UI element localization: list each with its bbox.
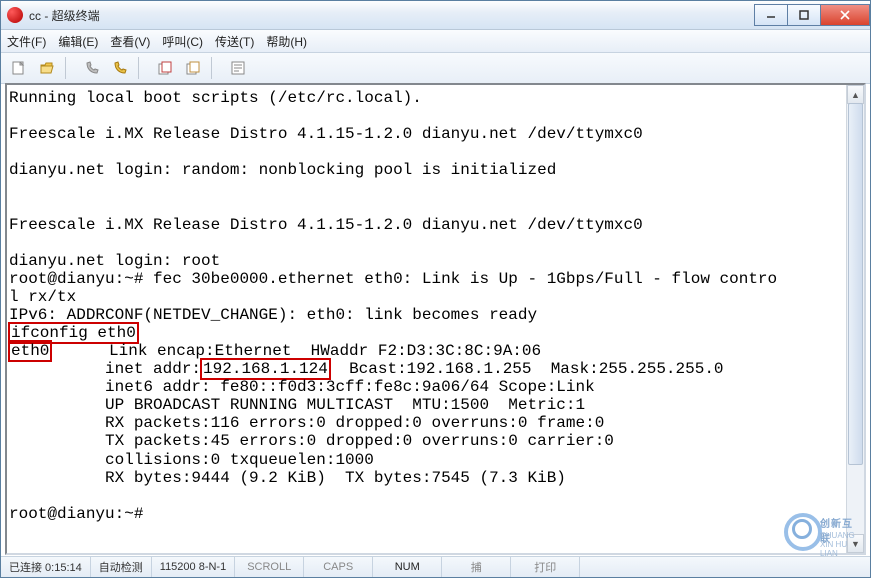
- status-scroll: SCROLL: [235, 557, 304, 577]
- term-line: Freescale i.MX Release Distro 4.1.15-1.2…: [9, 125, 643, 143]
- vertical-scrollbar[interactable]: ▲ ▼: [846, 85, 864, 553]
- term-line: l rx/tx: [9, 288, 76, 306]
- titlebar[interactable]: cc - 超级终端: [1, 1, 870, 30]
- status-caps: CAPS: [304, 557, 373, 577]
- window-controls: [754, 4, 870, 26]
- term-line: inet addr:192.168.1.124 Bcast:192.168.1.…: [9, 360, 724, 378]
- properties-button[interactable]: [226, 56, 250, 80]
- term-line: UP BROADCAST RUNNING MULTICAST MTU:1500 …: [9, 396, 585, 414]
- menu-call[interactable]: 呼叫(C): [162, 33, 203, 50]
- receive-button[interactable]: [181, 56, 205, 80]
- open-button[interactable]: [35, 56, 59, 80]
- scroll-up-icon[interactable]: ▲: [847, 85, 864, 104]
- new-button[interactable]: [7, 56, 31, 80]
- text: Bcast:192.168.1.255 Mask:255.255.255.0: [330, 360, 724, 378]
- toolbar: [1, 53, 870, 84]
- scroll-down-icon[interactable]: ▼: [847, 534, 864, 553]
- status-print: 打印: [511, 557, 580, 577]
- highlight-ip: 192.168.1.124: [200, 358, 331, 380]
- text: F2:D3:3C:8C:9A:06: [368, 342, 541, 360]
- status-connection: 已连接 0:15:14: [1, 557, 91, 577]
- term-line: dianyu.net login: random: nonblocking po…: [9, 161, 556, 179]
- status-num: NUM: [373, 557, 442, 577]
- highlight-iface: eth0: [8, 340, 52, 362]
- menu-trans[interactable]: 传送(T): [215, 33, 254, 50]
- text: inet addr:: [9, 360, 201, 378]
- term-line: root@dianyu:~# fec 30be0000.ethernet eth…: [9, 270, 777, 288]
- status-capture: 捕: [442, 557, 511, 577]
- maximize-button[interactable]: [788, 4, 821, 26]
- scroll-thumb[interactable]: [848, 103, 863, 465]
- toolbar-separator: [211, 57, 220, 79]
- send-button[interactable]: [153, 56, 177, 80]
- status-detect: 自动检测: [91, 557, 152, 577]
- toolbar-separator: [138, 57, 147, 79]
- minimize-button[interactable]: [754, 4, 788, 26]
- term-line: inet6 addr: fe80::f0d3:3cff:fe8c:9a06/64…: [9, 378, 595, 396]
- term-line: RX packets:116 errors:0 dropped:0 overru…: [9, 414, 604, 432]
- app-window: cc - 超级终端 文件(F) 编辑(E) 查看(V) 呼叫(C) 传送(T) …: [0, 0, 871, 578]
- terminal-output[interactable]: Running local boot scripts (/etc/rc.loca…: [7, 85, 864, 527]
- disconnect-button[interactable]: [108, 56, 132, 80]
- menu-edit[interactable]: 编辑(E): [58, 33, 98, 50]
- menu-view[interactable]: 查看(V): [110, 33, 150, 50]
- term-prompt: root@dianyu:~#: [9, 505, 143, 523]
- menubar: 文件(F) 编辑(E) 查看(V) 呼叫(C) 传送(T) 帮助(H): [1, 30, 870, 53]
- term-line: Running local boot scripts (/etc/rc.loca…: [9, 89, 422, 107]
- term-line: dianyu.net login: root: [9, 252, 220, 270]
- status-baud: 115200 8-N-1: [152, 557, 235, 577]
- term-line: TX packets:45 errors:0 dropped:0 overrun…: [9, 432, 614, 450]
- app-icon: [7, 7, 23, 23]
- close-button[interactable]: [821, 4, 870, 26]
- call-button[interactable]: [80, 56, 104, 80]
- term-line: RX bytes:9444 (9.2 KiB) TX bytes:7545 (7…: [9, 469, 566, 487]
- toolbar-separator: [65, 57, 74, 79]
- window-title: cc - 超级终端: [29, 7, 100, 24]
- term-line: collisions:0 txqueuelen:1000: [9, 451, 374, 469]
- menu-file[interactable]: 文件(F): [7, 33, 46, 50]
- statusbar: 已连接 0:15:14 自动检测 115200 8-N-1 SCROLL CAP…: [1, 556, 870, 577]
- terminal-frame: Running local boot scripts (/etc/rc.loca…: [5, 83, 866, 555]
- menu-help[interactable]: 帮助(H): [266, 33, 307, 50]
- term-line: Freescale i.MX Release Distro 4.1.15-1.2…: [9, 216, 643, 234]
- text: (NETDEV_CHANGE): eth0: link becomes read…: [143, 306, 537, 324]
